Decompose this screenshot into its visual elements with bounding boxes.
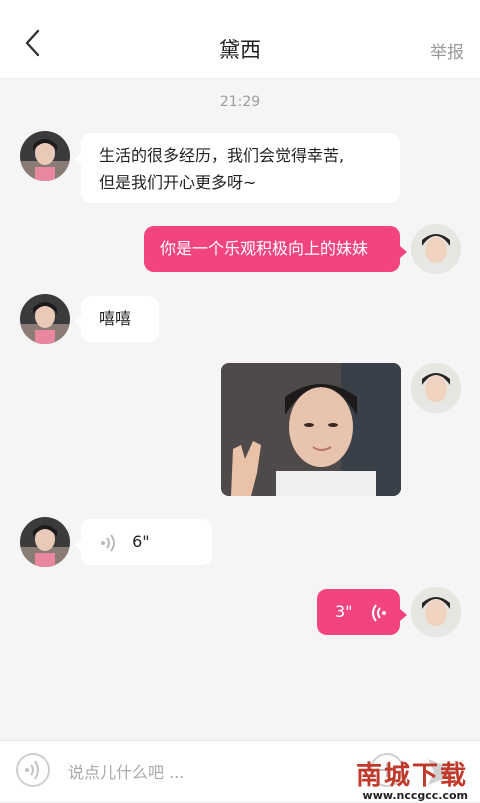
message-text-line: 生活的很多经历，我们会觉得幸苦, (99, 146, 345, 165)
contact-avatar[interactable] (20, 294, 70, 344)
voice-duration: 6" (132, 532, 150, 551)
shared-photo[interactable] (221, 363, 401, 496)
header-bar: 黛西 举报 (0, 0, 480, 79)
self-avatar[interactable] (411, 363, 461, 413)
incoming-message-bubble[interactable]: 嘻嘻 (74, 296, 159, 342)
report-button[interactable]: 举报 (430, 38, 464, 63)
outgoing-voice-message[interactable]: 3" (317, 589, 407, 635)
contact-avatar-image (20, 517, 70, 567)
voice-wave-icon (25, 760, 39, 780)
watermark-logo: 南城下载 www.nccgcc.com (356, 763, 468, 803)
watermark-url: www.nccgcc.com (362, 789, 468, 802)
self-avatar[interactable] (411, 587, 461, 637)
self-avatar[interactable] (411, 224, 461, 274)
self-avatar-image (411, 224, 461, 274)
contact-avatar-image (20, 131, 70, 181)
incoming-message-bubble[interactable]: 生活的很多经历，我们会觉得幸苦, 但是我们开心更多呀~ (74, 133, 400, 203)
self-avatar-image (411, 587, 461, 637)
voice-wave-icon (371, 603, 386, 622)
message-text: 嘻嘻 (99, 309, 132, 328)
incoming-voice-message[interactable]: 6" (74, 519, 212, 565)
message-text-line: 但是我们开心更多呀~ (99, 173, 257, 192)
self-avatar-image (411, 363, 461, 413)
message-input-bar: 南城下载 www.nccgcc.com (0, 740, 480, 803)
message-text: 你是一个乐观积极向上的妹妹 (160, 239, 369, 258)
contact-avatar[interactable] (20, 131, 70, 181)
page-title: 黛西 (219, 38, 261, 62)
shared-photo-image (221, 363, 401, 496)
voice-wave-icon (101, 533, 115, 552)
voice-duration: 3" (335, 602, 353, 621)
message-timestamp: 21:29 (219, 94, 261, 110)
outgoing-message-bubble[interactable]: 你是一个乐观积极向上的妹妹 (144, 226, 407, 272)
contact-avatar-image (20, 294, 70, 344)
message-input[interactable] (66, 755, 350, 789)
voice-input-toggle[interactable] (16, 753, 50, 787)
contact-avatar[interactable] (20, 517, 70, 567)
watermark-main: 南城下载 (355, 761, 468, 791)
